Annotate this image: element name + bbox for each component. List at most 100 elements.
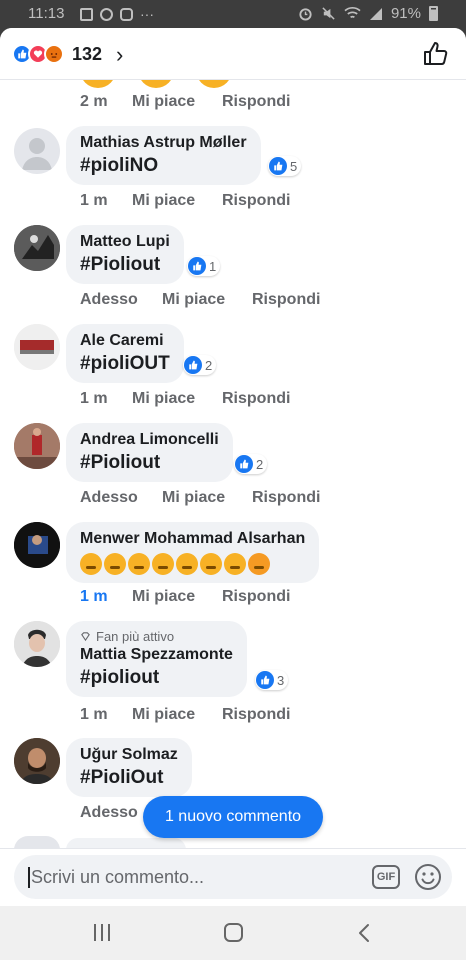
comment-author[interactable]: Andrea Limoncelli — [80, 431, 219, 449]
avatar[interactable] — [14, 128, 60, 174]
comment-time: 1 m — [80, 192, 108, 209]
like-link[interactable]: Mi piace — [132, 706, 222, 724]
reply-link[interactable]: Rispondi — [222, 706, 290, 724]
comment-actions: 1 m Mi piace Rispondi — [80, 588, 290, 606]
diamond-icon — [81, 632, 90, 642]
comment-bubble[interactable]: Ale Caremi #pioliOUT — [66, 324, 184, 383]
chevron-right-icon[interactable]: › — [116, 42, 123, 68]
comment-text: #pioliNO — [80, 155, 159, 176]
comment-actions: 1 m Mi piace Rispondi — [80, 706, 290, 724]
avatar[interactable] — [14, 621, 60, 667]
comment-bubble[interactable]: Matteo Lupi #Pioliout — [66, 225, 184, 284]
user-photo-icon — [14, 324, 60, 370]
reply-link[interactable]: Rispondi — [222, 588, 290, 606]
sad-pensive-emoji-icon — [104, 553, 126, 575]
avatar[interactable] — [14, 522, 60, 568]
reaction-count[interactable]: 132 — [72, 44, 102, 65]
user-photo-icon — [14, 738, 60, 784]
sad-pensive-emoji-icon — [200, 553, 222, 575]
comment-actions: Adesso Mi piace Rispondi — [80, 489, 320, 507]
like-icon — [235, 455, 253, 473]
reply-link[interactable]: Rispondi — [222, 390, 290, 408]
back-icon[interactable] — [356, 922, 372, 944]
comment-author[interactable]: Ale Caremi — [80, 332, 170, 350]
status-notification-icons: ··· — [80, 6, 154, 22]
comment-actions: 1 m Mi piace Rispondi — [80, 390, 290, 408]
default-avatar-icon — [22, 138, 52, 170]
comment-actions: 1 m Mi piace Rispondi — [80, 192, 290, 210]
comment-bubble[interactable]: Fan più attivo Mattia Spezzamonte #pioli… — [66, 621, 247, 697]
comment-bubble[interactable]: Andrea Limoncelli #Pioliout — [66, 423, 233, 482]
like-link[interactable]: Mi piace — [132, 192, 222, 210]
like-link[interactable]: Mi piace — [132, 93, 222, 111]
home-icon[interactable] — [224, 923, 243, 942]
comment-text: #pioliout — [80, 667, 160, 688]
like-link[interactable]: Mi piace — [162, 291, 252, 309]
comment-bubble[interactable]: Menwer Mohammad Alsarhan — [66, 522, 320, 583]
new-comment-button[interactable]: 1 nuovo commento — [143, 796, 323, 838]
comment-author[interactable]: Matteo Lupi — [80, 233, 170, 251]
emoji-picker-icon[interactable] — [414, 863, 442, 891]
comment-author[interactable]: Mathias Astrup Møller — [80, 134, 247, 152]
comment-bubble[interactable]: Mathias Astrup Møller #pioliNO — [66, 126, 261, 185]
top-fan-label: Fan più attivo — [96, 629, 175, 644]
like-count-badge[interactable]: 3 — [255, 670, 289, 690]
mute-icon — [322, 7, 335, 20]
recent-apps-icon[interactable] — [94, 924, 110, 941]
comment-composer: Scrivi un commento... GIF — [0, 848, 466, 906]
wifi-icon — [344, 6, 361, 19]
like-link[interactable]: Mi piace — [162, 489, 252, 507]
status-bar: 11:13 ··· 91% — [0, 0, 466, 28]
sad-pensive-emoji-icon — [224, 553, 246, 575]
reply-link[interactable]: Rispondi — [252, 489, 320, 507]
comment-author[interactable]: Menwer Mohammad Alsarhan — [80, 530, 305, 548]
angry-face-emoji-icon — [248, 553, 270, 575]
angry-reaction-icon — [44, 44, 64, 64]
reaction-icons[interactable] — [12, 44, 64, 64]
comment-author[interactable]: Uğur Solmaz — [80, 746, 178, 764]
user-photo-icon — [14, 621, 60, 667]
like-link[interactable]: Mi piace — [132, 588, 222, 606]
reactions-header: 132 › — [0, 28, 466, 80]
comments-sheet: 132 › 2 m Mi piace Rispondi Mathias Astr… — [0, 28, 466, 906]
alarm-icon — [299, 8, 312, 21]
like-count-badge[interactable]: 2 — [234, 454, 268, 474]
comment-input[interactable]: Scrivi un commento... GIF — [14, 855, 452, 899]
comment-bubble[interactable]: Uğur Solmaz #PioliOut — [66, 738, 192, 797]
like-post-icon[interactable] — [422, 41, 448, 67]
like-icon — [188, 257, 206, 275]
user-photo-icon — [14, 522, 60, 568]
avatar[interactable] — [14, 738, 60, 784]
like-count: 2 — [256, 456, 264, 472]
comment-author[interactable]: Mattia Spezzamonte — [80, 646, 233, 664]
gif-button[interactable]: GIF — [372, 865, 400, 889]
like-count: 2 — [205, 357, 213, 373]
status-time: 11:13 — [28, 5, 65, 22]
sad-pensive-emoji-icon — [128, 553, 150, 575]
reply-link[interactable]: Rispondi — [222, 192, 290, 210]
avatar[interactable] — [14, 324, 60, 370]
like-count-badge[interactable]: 1 — [187, 256, 221, 276]
like-link[interactable]: Mi piace — [132, 390, 222, 408]
like-icon — [184, 356, 202, 374]
avatar[interactable] — [14, 423, 60, 469]
top-fan-badge: Fan più attivo — [80, 629, 233, 644]
reply-link[interactable]: Rispondi — [252, 291, 320, 309]
like-count: 1 — [209, 258, 217, 274]
comment-input-placeholder: Scrivi un commento... — [28, 867, 204, 888]
gallery-icon — [80, 7, 93, 21]
comment-time: 2 m — [80, 93, 108, 110]
sad-pensive-emoji-icon — [176, 553, 198, 575]
comment-time: Adesso — [80, 489, 138, 506]
comment-time: 1 m — [80, 588, 108, 605]
like-count-badge[interactable]: 2 — [183, 355, 217, 375]
reply-link[interactable]: Rispondi — [222, 93, 290, 111]
like-icon — [256, 671, 274, 689]
like-count-badge[interactable]: 5 — [268, 156, 302, 176]
user-photo-icon — [14, 225, 60, 271]
like-icon — [269, 157, 287, 175]
comment-text: #PioliOut — [80, 767, 164, 788]
avatar[interactable] — [14, 225, 60, 271]
like-count: 3 — [277, 672, 285, 688]
user-photo-icon — [14, 423, 60, 469]
